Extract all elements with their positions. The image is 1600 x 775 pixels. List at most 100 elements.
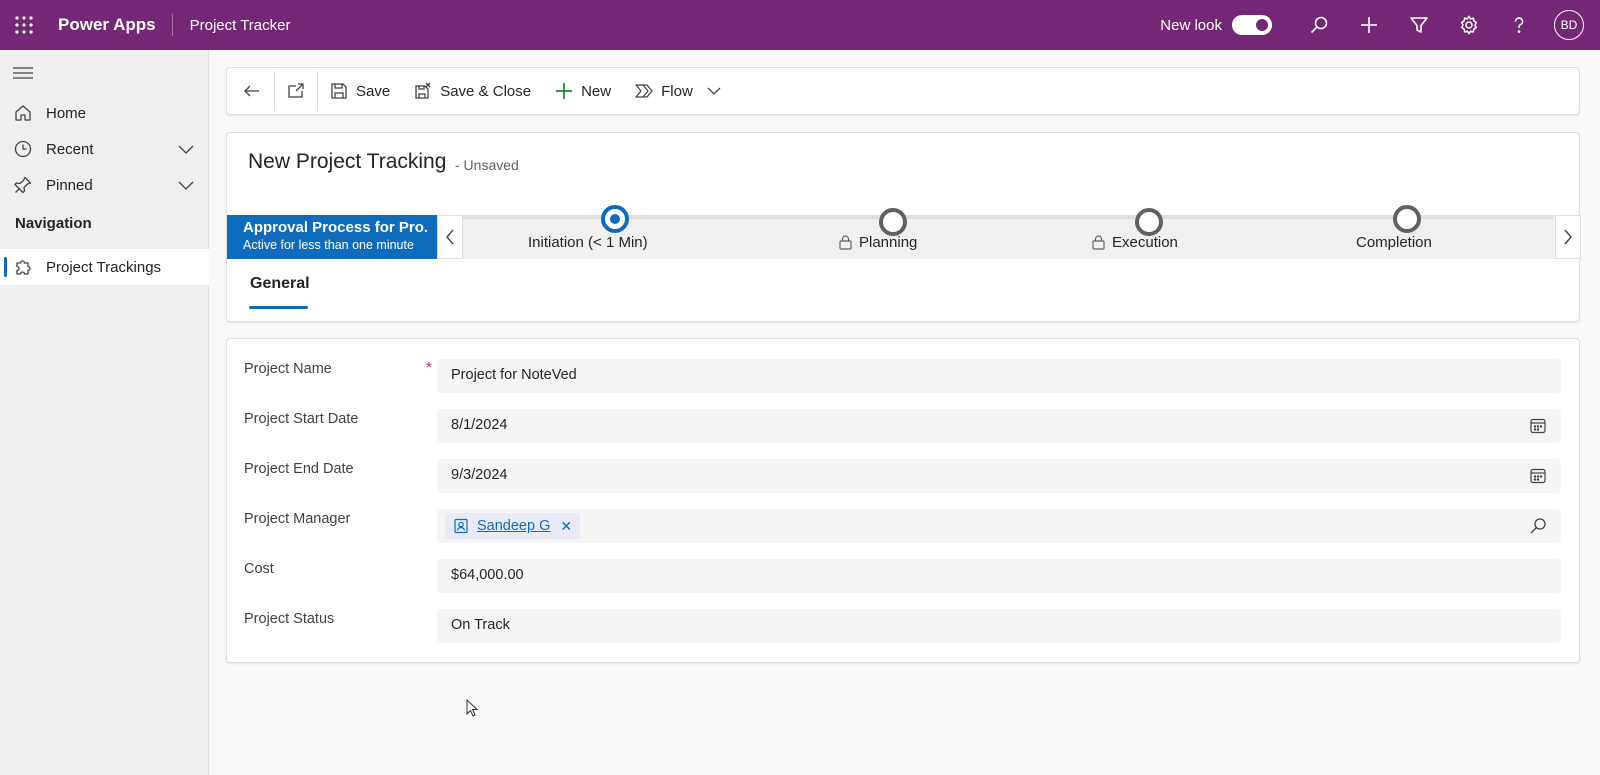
cost-input[interactable]: $64,000.00 (437, 559, 1561, 593)
required-marker: * (426, 359, 432, 376)
save-and-close-button[interactable]: Save & Close (402, 67, 543, 115)
filter-icon[interactable] (1394, 0, 1444, 50)
app-name[interactable]: Project Tracker (173, 17, 291, 34)
back-button[interactable] (227, 67, 274, 115)
plus-icon[interactable] (1344, 0, 1394, 50)
lookup-value-link[interactable]: Sandeep G (477, 518, 550, 534)
search-icon[interactable] (1529, 517, 1547, 535)
chevron-down-icon[interactable] (178, 141, 194, 157)
home-icon (14, 104, 32, 122)
stage-indicator (1393, 205, 1421, 233)
top-bar-actions: New look BD (1160, 0, 1600, 50)
gear-icon[interactable] (1444, 0, 1494, 50)
new-look-label: New look (1160, 16, 1222, 34)
sidebar-item-project-trackings[interactable]: Project Trackings (0, 249, 209, 285)
field-project-name: Project Name * Project for NoteVed (227, 359, 1581, 393)
save-button[interactable]: Save (318, 67, 402, 115)
stage-indicator (879, 208, 907, 236)
stage-current-indicator (601, 205, 629, 233)
sidebar-item-label: Home (46, 104, 87, 122)
save-label: Save (356, 82, 391, 100)
field-project-status: Project Status On Track (227, 609, 1581, 643)
sidebar-item-label: Project Trackings (46, 258, 162, 276)
mouse-cursor-icon (466, 699, 478, 717)
clock-icon (14, 140, 32, 158)
bpf-process-name: Approval Process for Pro... (243, 219, 428, 236)
save-icon (331, 83, 347, 99)
field-label: Project Manager (244, 511, 351, 527)
chevron-right-icon (1564, 229, 1572, 245)
brand-name[interactable]: Power Apps (48, 14, 173, 36)
stage-label: Completion (1356, 234, 1432, 251)
field-cost: Cost $64,000.00 (227, 559, 1581, 593)
form-section: Project Name * Project for NoteVed Proje… (226, 338, 1580, 663)
lookup-tag[interactable]: Sandeep G ✕ (445, 513, 581, 539)
sidebar-item-recent[interactable]: Recent (0, 131, 209, 167)
page-title: New Project Tracking (248, 150, 447, 173)
bpf-next-button[interactable] (1555, 215, 1581, 259)
puzzle-icon (14, 258, 32, 276)
field-label: Project Name (244, 361, 332, 377)
plus-icon (556, 83, 573, 99)
command-bar: Save Save & Close New Flow (226, 67, 1580, 115)
lock-icon (1092, 235, 1105, 250)
field-label: Project Status (244, 611, 335, 627)
stage-indicator (1135, 208, 1163, 236)
save-and-close-label: Save & Close (440, 82, 532, 100)
contact-card-icon (453, 518, 469, 534)
tab-selected-indicator (249, 306, 308, 309)
flow-label: Flow (661, 82, 693, 100)
stage-label: Planning (839, 234, 917, 251)
chevron-down-icon[interactable] (178, 177, 194, 193)
field-project-manager: Project Manager Sandeep G ✕ (227, 509, 1581, 543)
new-look-toggle[interactable] (1232, 15, 1272, 35)
bpf-active-process[interactable]: Approval Process for Pro... Active for l… (227, 215, 437, 259)
field-label: Project End Date (244, 461, 354, 477)
tab-general[interactable]: General (250, 275, 310, 293)
open-in-new-window-button[interactable] (275, 67, 317, 115)
pin-icon (14, 176, 32, 194)
remove-lookup-icon[interactable]: ✕ (560, 518, 572, 535)
field-label: Cost (244, 561, 274, 577)
field-project-end-date: Project End Date 9/3/2024 (227, 459, 1581, 493)
project-start-date-input[interactable]: 8/1/2024 (437, 409, 1561, 443)
calendar-icon[interactable] (1529, 417, 1547, 435)
field-value: 9/3/2024 (451, 467, 508, 483)
sidebar-section-title: Navigation (15, 215, 92, 232)
top-bar: Power Apps Project Tracker New look BD (0, 0, 1600, 50)
project-manager-lookup[interactable]: Sandeep G ✕ (437, 509, 1561, 543)
project-name-input[interactable]: Project for NoteVed (437, 359, 1561, 393)
new-button[interactable]: New (543, 67, 623, 115)
field-value: 8/1/2024 (451, 417, 508, 433)
search-icon[interactable] (1294, 0, 1344, 50)
back-arrow-icon (244, 85, 259, 97)
chevron-down-icon[interactable] (707, 84, 721, 98)
stage-label: Initiation (< 1 Min) (528, 234, 648, 251)
lock-icon (839, 235, 852, 250)
save-close-icon (415, 82, 431, 99)
field-label: Project Start Date (244, 411, 359, 427)
record-status: - Unsaved (455, 157, 519, 173)
flow-button[interactable]: Flow (623, 67, 733, 115)
sidebar-item-pinned[interactable]: Pinned (0, 167, 209, 203)
flow-icon (635, 84, 653, 98)
project-status-select[interactable]: On Track (437, 609, 1561, 643)
hamburger-menu-icon[interactable] (13, 66, 33, 80)
waffle-icon[interactable] (0, 0, 48, 50)
bpf-process-duration: Active for less than one minute (243, 238, 414, 252)
avatar[interactable]: BD (1554, 10, 1584, 40)
help-icon[interactable] (1494, 0, 1544, 50)
bpf-prev-button[interactable] (437, 215, 463, 259)
pop-out-icon (288, 83, 304, 98)
calendar-icon[interactable] (1529, 467, 1547, 485)
business-process-flow: Approval Process for Pro... Active for l… (227, 205, 1581, 259)
sidebar-item-label: Pinned (46, 176, 93, 194)
chevron-left-icon (446, 229, 454, 245)
record-header: New Project Tracking - Unsaved Approval … (226, 132, 1581, 322)
stage-label: Execution (1092, 234, 1178, 251)
sidebar-item-home[interactable]: Home (0, 95, 209, 131)
new-label: New (581, 82, 612, 100)
project-end-date-input[interactable]: 9/3/2024 (437, 459, 1561, 493)
sidebar: Home Recent Pinned Navigation Project Tr… (0, 50, 209, 775)
field-project-start-date: Project Start Date 8/1/2024 (227, 409, 1581, 443)
